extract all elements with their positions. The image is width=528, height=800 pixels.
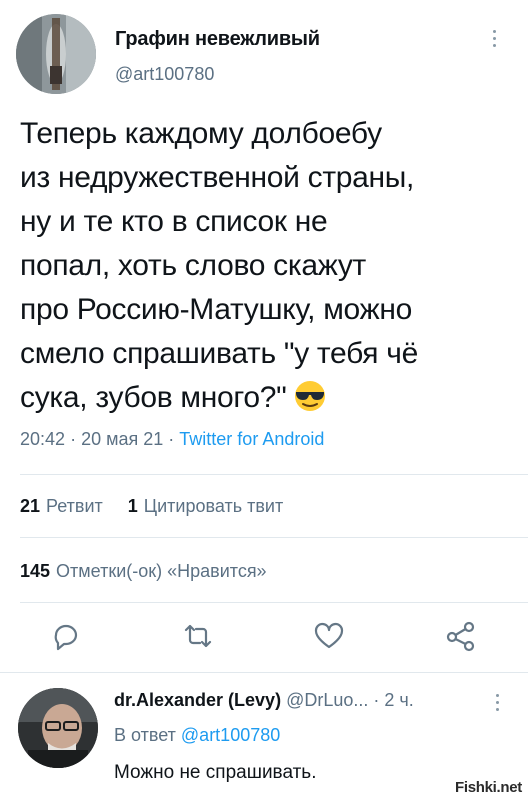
retweet-icon[interactable] xyxy=(182,620,214,652)
watermark: Fishki.net xyxy=(454,779,522,796)
quotes-count: 1 xyxy=(127,496,138,516)
tweet-text-fragment: сука, зубов много?" xyxy=(20,381,287,414)
reply-author-handle[interactable]: @DrLuo... xyxy=(286,690,368,710)
reply-age[interactable]: · 2 ч. xyxy=(373,690,413,710)
author-handle[interactable]: @art100780 xyxy=(115,64,214,85)
tweet-date[interactable]: 20 мая 21 xyxy=(81,429,163,449)
like-icon[interactable] xyxy=(313,620,345,652)
tweet-time: 20:42 xyxy=(20,429,66,449)
tweet-meta: 20:42 · 20 мая 21 · Twitter for Android xyxy=(20,429,324,450)
divider xyxy=(0,672,528,673)
retweets-count: 21 xyxy=(20,496,41,516)
divider xyxy=(20,474,528,475)
sunglasses-emoji-icon xyxy=(293,379,327,413)
meta-separator: · xyxy=(168,429,175,449)
more-options-icon[interactable] xyxy=(494,694,500,711)
tweet-text-line: ну и те кто в список не xyxy=(20,205,328,238)
likes-label: Отметки(-ок) «Нравится» xyxy=(56,561,267,581)
quotes-label: Цитировать твит xyxy=(143,496,284,516)
in-reply-to: В ответ @art100780 xyxy=(114,725,280,746)
divider xyxy=(20,602,528,603)
author-name[interactable]: Графин невежливый xyxy=(115,28,320,51)
quotes-stat[interactable]: 1 Цитировать твит xyxy=(128,496,283,516)
likes-count: 145 xyxy=(20,561,51,581)
reply-author-name[interactable]: dr.Alexander (Levy) xyxy=(114,690,281,710)
retweets-stat[interactable]: 21 Ретвит xyxy=(20,496,103,516)
tweet-text-line: про Россию-Матушку, можно xyxy=(20,293,412,326)
tweet-text-line: Теперь каждому долбоебу xyxy=(20,117,382,150)
divider xyxy=(20,537,528,538)
author-avatar[interactable] xyxy=(16,14,96,94)
tweet-source[interactable]: Twitter for Android xyxy=(179,429,324,449)
tweet-text-line-last: сука, зубов много?" xyxy=(20,376,515,420)
tweet-text: Теперь каждому долбоебу из недружественн… xyxy=(20,112,515,420)
in-reply-handle-link[interactable]: @art100780 xyxy=(181,725,280,745)
tweet-text-line: попал, хоть слово скажут xyxy=(20,249,366,282)
share-icon[interactable] xyxy=(445,620,477,652)
reply-icon[interactable] xyxy=(50,620,82,652)
avatar-photo xyxy=(18,688,98,768)
tweet-text-line: смело спрашивать "у тебя чё xyxy=(20,337,418,370)
retweets-label: Ретвит xyxy=(46,496,103,516)
tweet-text-line: из недружественной страны, xyxy=(20,161,415,194)
reply-header: dr.Alexander (Levy) @DrLuo... · 2 ч. xyxy=(114,690,414,711)
more-options-icon[interactable] xyxy=(491,30,497,47)
avatar-photo xyxy=(16,14,96,94)
reply-text: Можно не спрашивать. xyxy=(114,762,317,783)
meta-separator: · xyxy=(70,429,77,449)
likes-stat[interactable]: 145 Отметки(-ок) «Нравится» xyxy=(20,561,267,582)
stats-row: 21 Ретвит 1 Цитировать твит xyxy=(20,496,283,517)
reply-author-avatar[interactable] xyxy=(18,688,98,768)
in-reply-label: В ответ xyxy=(114,725,176,745)
